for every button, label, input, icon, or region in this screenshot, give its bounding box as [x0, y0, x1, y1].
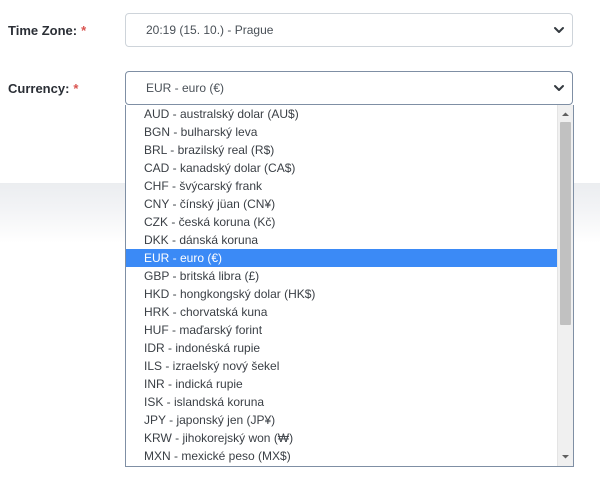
scrollbar-thumb[interactable]: [560, 122, 571, 325]
timezone-label: Time Zone: *: [8, 23, 87, 38]
chevron-down-icon: [554, 27, 564, 33]
currency-option[interactable]: BGN - bulharský leva: [126, 123, 558, 141]
currency-option[interactable]: IDR - indonéská rupie: [126, 339, 558, 357]
currency-options: AUD - australský dolar (AU$) BGN - bulhar…: [126, 105, 558, 466]
currency-dropdown-list[interactable]: AUD - australský dolar (AU$) BGN - bulhar…: [125, 105, 574, 467]
currency-option[interactable]: GBP - britská libra (£): [126, 267, 558, 285]
timezone-required-mark: *: [81, 23, 87, 38]
currency-option[interactable]: ILS - izraelský nový šekel: [126, 357, 558, 375]
currency-option[interactable]: CHF - švýcarský frank: [126, 177, 558, 195]
currency-option[interactable]: CAD - kanadský dolar (CA$): [126, 159, 558, 177]
currency-option[interactable]: JPY - japonský jen (JP¥): [126, 411, 558, 429]
currency-select-value: EUR - euro (€): [146, 81, 225, 95]
currency-option[interactable]: HKD - hongkongský dolar (HK$): [126, 285, 558, 303]
currency-select[interactable]: EUR - euro (€): [125, 71, 573, 105]
scroll-down-arrow-icon[interactable]: [558, 449, 573, 464]
currency-option[interactable]: CZK - česká koruna (Kč): [126, 213, 558, 231]
currency-option[interactable]: MXN - mexické peso (MX$): [126, 447, 558, 465]
timezone-select-value: 20:19 (15. 10.) - Prague: [146, 23, 274, 37]
currency-option[interactable]: KRW - jihokorejský won (₩): [126, 429, 558, 447]
currency-required-mark: *: [73, 81, 79, 96]
currency-label: Currency: *: [8, 81, 79, 96]
dropdown-scrollbar[interactable]: [557, 105, 573, 466]
chevron-down-icon: [554, 85, 564, 91]
currency-option[interactable]: ISK - islandská koruna: [126, 393, 558, 411]
currency-option[interactable]: HRK - chorvatská kuna: [126, 303, 558, 321]
currency-option[interactable]: HUF - maďarský forint: [126, 321, 558, 339]
currency-option[interactable]: BRL - brazilský real (R$): [126, 141, 558, 159]
timezone-select[interactable]: 20:19 (15. 10.) - Prague: [125, 13, 573, 47]
currency-option[interactable]: DKK - dánská koruna: [126, 231, 558, 249]
currency-option[interactable]: INR - indická rupie: [126, 375, 558, 393]
currency-option[interactable]: CNY - čínský jüan (CN¥): [126, 195, 558, 213]
scroll-up-arrow-icon[interactable]: [558, 107, 573, 122]
currency-option[interactable]: AUD - australský dolar (AU$): [126, 105, 558, 123]
currency-option[interactable]: EUR - euro (€): [126, 249, 558, 267]
